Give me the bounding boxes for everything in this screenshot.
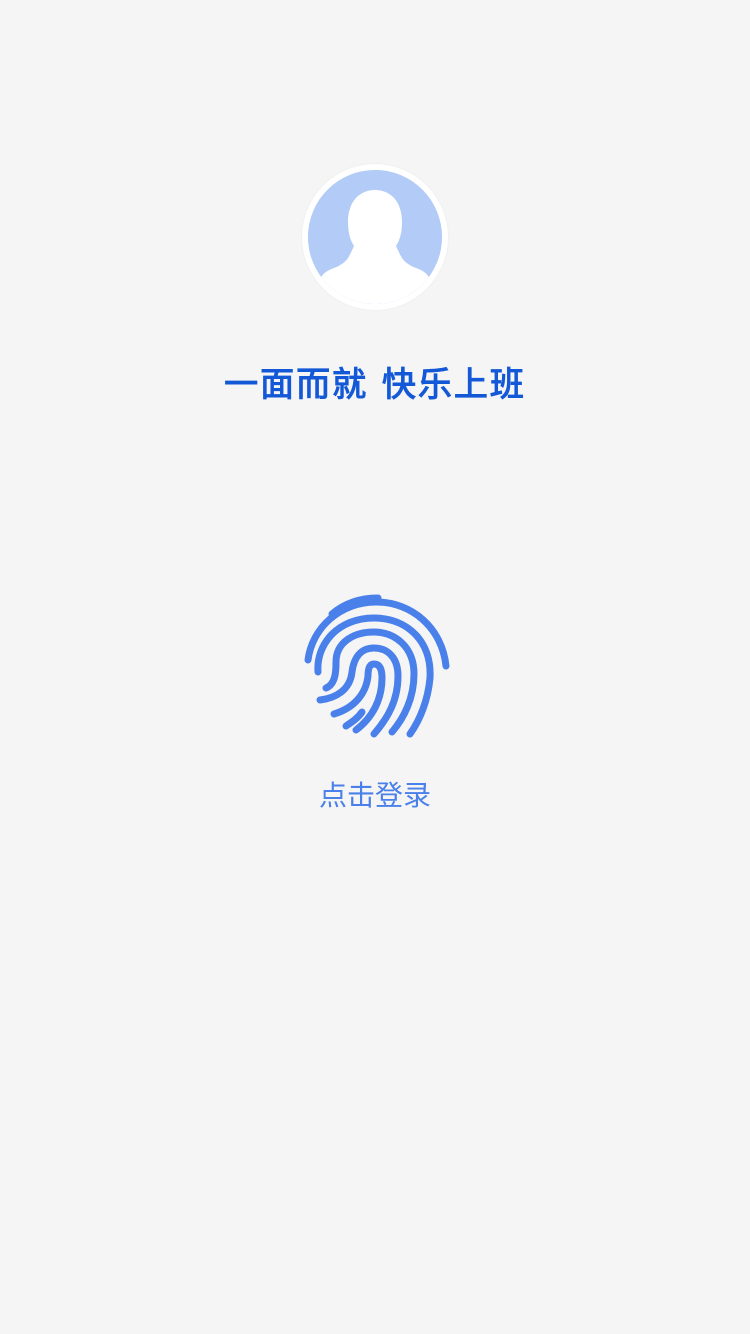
login-label[interactable]: 点击登录 [0,774,750,818]
fingerprint-login-button[interactable] [296,588,456,748]
avatar [302,164,448,310]
slogan: 一面而就 快乐上班 [224,365,526,405]
fingerprint-icon [304,594,450,738]
avatar-circle [308,170,442,304]
login-screen: 一面而就 快乐上班 点击登录 [0,0,750,1334]
user-silhouette-icon [308,170,442,304]
